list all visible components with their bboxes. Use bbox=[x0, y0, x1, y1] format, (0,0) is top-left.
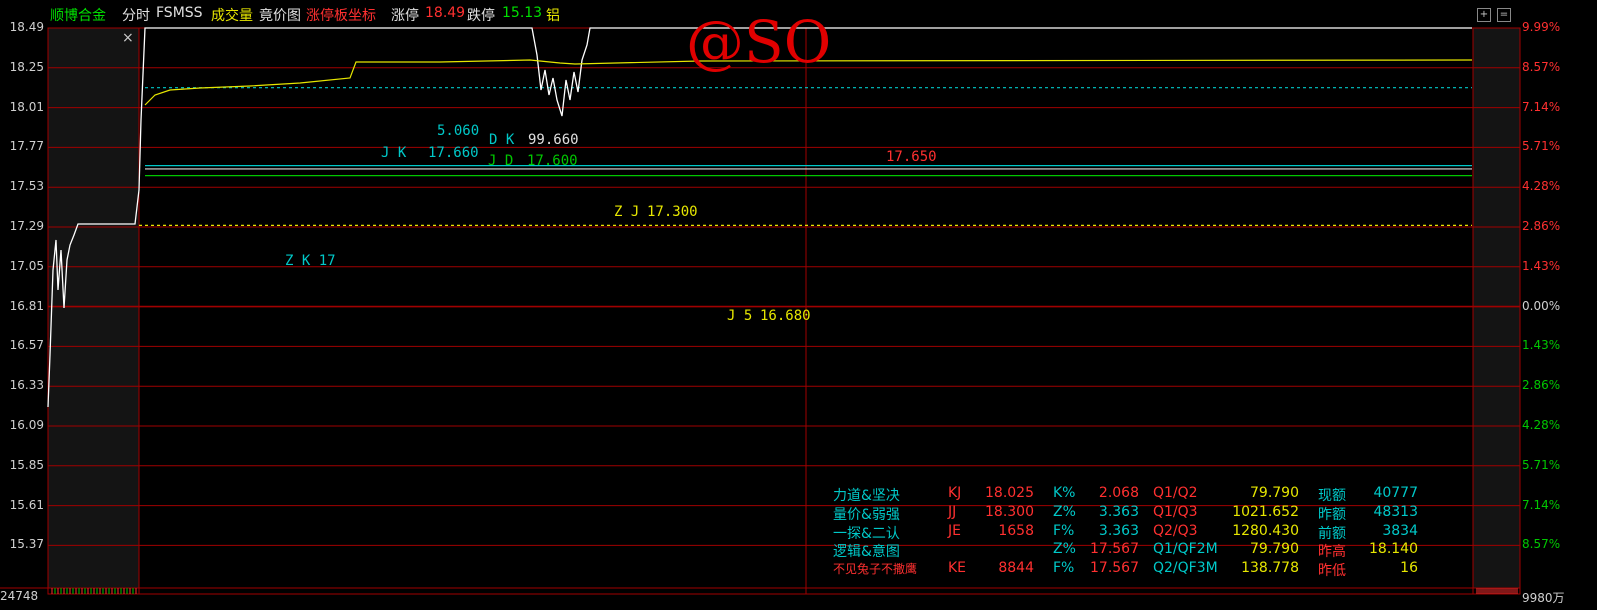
volume-right-value: 9980万 bbox=[1522, 591, 1565, 605]
annotation-dk-value: 99.660 bbox=[528, 132, 579, 148]
panel-amount-label: 昨高 bbox=[1318, 544, 1346, 561]
annotation-j5-value: 16.680 bbox=[760, 308, 811, 324]
close-icon[interactable]: × bbox=[122, 30, 134, 46]
y-pct-label: 9.99% bbox=[1522, 20, 1561, 34]
panel-ratio-value: 79.790 bbox=[1250, 541, 1299, 558]
y-price-label: 18.25 bbox=[9, 59, 44, 74]
panel-name: 不见兔子不撒鹰 bbox=[833, 562, 918, 577]
panel-code-value: 8844 bbox=[998, 560, 1034, 577]
panel-name: 量价&弱强 bbox=[833, 506, 900, 523]
panel-amount-value: 48313 bbox=[1373, 503, 1418, 520]
panel-metric-value: 2.068 bbox=[1098, 485, 1139, 501]
panel-ratio: Q2/Q3 bbox=[1153, 522, 1198, 539]
panel-ratio: Q1/Q2 bbox=[1153, 485, 1198, 501]
y-price-label: 17.77 bbox=[9, 139, 44, 154]
panel-code: JJ bbox=[948, 503, 957, 520]
panel-ratio: Q2/QF3M bbox=[1153, 560, 1218, 577]
panel-name: 逻辑&意图 bbox=[833, 544, 900, 561]
price-lines bbox=[47, 27, 1473, 408]
preopen-panel bbox=[48, 28, 139, 588]
y-pct-label: 7.14% bbox=[1522, 497, 1561, 512]
y-pct-label: 8.57% bbox=[1522, 59, 1561, 74]
annotation-jk-value: 17.660 bbox=[428, 145, 479, 161]
y-pct-label: 4.28% bbox=[1522, 418, 1561, 432]
panel-amount-value: 16 bbox=[1400, 560, 1418, 577]
panel-ratio-value: 138.778 bbox=[1241, 560, 1299, 577]
y-pct-label: 8.57% bbox=[1522, 537, 1561, 552]
panel-code-value: 18.025 bbox=[985, 485, 1034, 501]
panel-metric: K% bbox=[1053, 485, 1076, 501]
panel-code: KE bbox=[948, 560, 967, 577]
y-pct-label: 1.43% bbox=[1522, 258, 1561, 273]
panel-amount-value: 18.140 bbox=[1369, 541, 1418, 558]
y-pct-label: 5.71% bbox=[1522, 457, 1561, 472]
y-pct-label: 7.14% bbox=[1522, 99, 1561, 114]
volume-left-value: 24748 bbox=[0, 589, 39, 603]
watermark: @SO bbox=[686, 8, 832, 76]
annotation-jd-label: J D bbox=[488, 153, 514, 169]
panel-code-value: 18.300 bbox=[985, 503, 1034, 520]
y-price-label: 18.01 bbox=[9, 99, 44, 114]
y-price-label: 15.37 bbox=[9, 537, 44, 552]
annotation-j5-label: J 5 bbox=[727, 308, 753, 324]
panel-ratio-value: 1280.430 bbox=[1232, 522, 1299, 539]
annotation-zj-value: 17.300 bbox=[647, 204, 698, 220]
y-pct-label: 2.86% bbox=[1522, 219, 1561, 233]
y-price-label: 15.61 bbox=[9, 497, 44, 512]
panel-amount-label: 现额 bbox=[1318, 488, 1346, 504]
y-price-label: 18.49 bbox=[9, 20, 44, 34]
panel-amount-label: 昨低 bbox=[1318, 563, 1346, 580]
panel-ratio: Q1/Q3 bbox=[1153, 503, 1198, 520]
panel-metric-value: 17.567 bbox=[1090, 560, 1139, 577]
panel-name: 一探&二认 bbox=[833, 525, 900, 542]
annotation-5060: 5.060 bbox=[437, 123, 480, 139]
y-price-label: 17.53 bbox=[9, 179, 44, 194]
annotation-17650: 17.650 bbox=[886, 149, 937, 165]
annotation-jk-label: J K bbox=[381, 145, 407, 161]
panel-code-value: 1658 bbox=[998, 522, 1034, 539]
y-price-label: 17.29 bbox=[9, 219, 44, 233]
panel-metric-value: 17.567 bbox=[1090, 541, 1139, 558]
panel-ratio: Q1/QF2M bbox=[1153, 541, 1218, 558]
panel-metric-value: 3.363 bbox=[1098, 522, 1139, 539]
panel-ratio-value: 79.790 bbox=[1250, 485, 1299, 501]
panel-metric: F% bbox=[1053, 522, 1075, 539]
annotation-jd-value: 17.600 bbox=[527, 153, 578, 169]
y-price-label: 17.05 bbox=[9, 258, 44, 273]
panel-name: 力道&坚决 bbox=[833, 488, 900, 504]
panel-amount-value: 3834 bbox=[1382, 522, 1418, 539]
panel-amount-label: 前额 bbox=[1318, 525, 1346, 542]
panel-metric: Z% bbox=[1053, 503, 1076, 520]
y-price-label: 16.57 bbox=[9, 338, 44, 353]
y-price-label: 16.09 bbox=[9, 418, 44, 432]
panel-metric: F% bbox=[1053, 560, 1075, 577]
panel-amount-label: 昨额 bbox=[1318, 506, 1346, 523]
y-price-label: 16.81 bbox=[9, 298, 44, 313]
panel-code: KJ bbox=[948, 485, 962, 501]
y-pct-label: 2.86% bbox=[1522, 378, 1561, 393]
y-pct-label: 0.00% bbox=[1522, 298, 1561, 313]
afterclose-panel bbox=[1473, 28, 1520, 588]
panel-metric: Z% bbox=[1053, 541, 1076, 558]
panel-amount-value: 40777 bbox=[1373, 485, 1418, 501]
y-pct-label: 5.71% bbox=[1522, 139, 1561, 154]
annotation-zj-label: Z J bbox=[614, 204, 640, 220]
y-pct-label: 1.43% bbox=[1522, 338, 1561, 353]
annotation-zk: Z K 17 bbox=[285, 253, 336, 269]
annotation-dk-label: D K bbox=[489, 132, 515, 148]
y-pct-label: 4.28% bbox=[1522, 179, 1561, 194]
panel-code: JE bbox=[948, 522, 961, 539]
panel-metric-value: 3.363 bbox=[1098, 503, 1139, 520]
y-price-label: 16.33 bbox=[9, 378, 44, 393]
panel-ratio-value: 1021.652 bbox=[1232, 503, 1299, 520]
y-price-label: 15.85 bbox=[9, 457, 44, 472]
